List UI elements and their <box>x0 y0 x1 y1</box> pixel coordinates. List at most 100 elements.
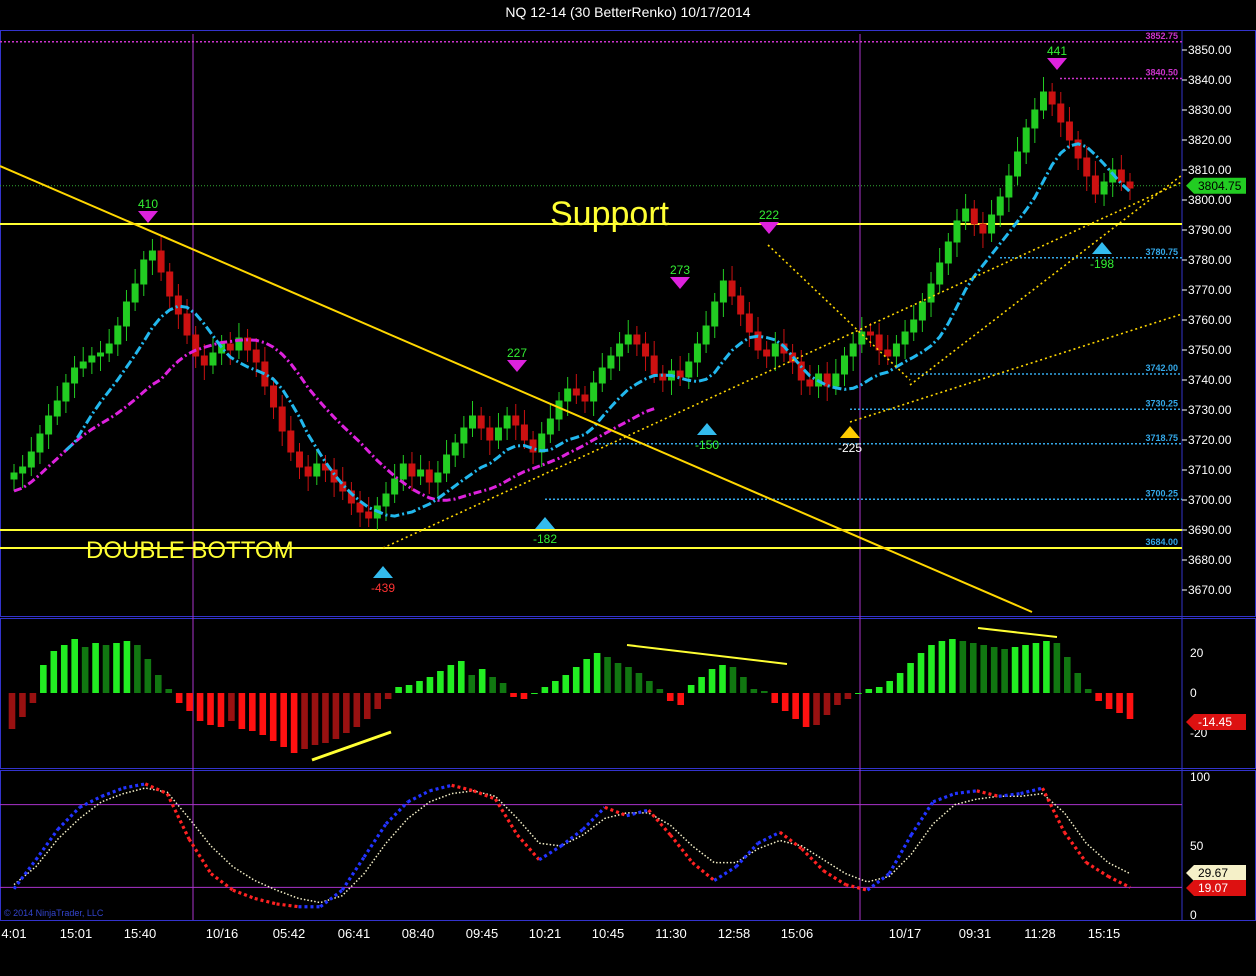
divergence-line <box>977 627 1058 638</box>
negative-bar <box>823 693 831 715</box>
positive-bar <box>92 643 99 693</box>
price-tick-label: 3680.00 <box>1188 553 1232 567</box>
stoch-main-segment <box>669 833 694 864</box>
positive-bar <box>1064 657 1071 693</box>
negative-bar <box>196 693 204 721</box>
up-candle <box>693 343 701 363</box>
up-candle <box>451 442 459 456</box>
up-candle <box>88 355 96 363</box>
stoch-main-segment <box>1020 786 1043 796</box>
negative-bar <box>666 693 674 701</box>
down-candle <box>1091 175 1099 195</box>
price-tick-label: 3720.00 <box>1188 433 1232 447</box>
positive-bar <box>405 685 413 693</box>
down-candle <box>304 466 312 477</box>
positive-bar <box>959 641 967 693</box>
swing-high-marker <box>670 277 690 289</box>
stoch-main-segment <box>56 806 81 831</box>
stoch-main-segment <box>822 869 847 886</box>
up-candle <box>97 352 105 357</box>
down-candle <box>200 355 208 366</box>
up-candle <box>460 427 468 444</box>
positive-bar <box>1043 641 1050 693</box>
positive-bar <box>1053 643 1061 693</box>
up-candle <box>53 400 61 417</box>
up-candle <box>417 469 425 477</box>
positive-bar <box>81 647 89 693</box>
negative-bar <box>844 693 852 699</box>
up-candle <box>1039 91 1047 111</box>
negative-bar <box>322 693 329 743</box>
up-candle <box>590 382 598 402</box>
level-label: 3684.00 <box>1145 537 1178 547</box>
positive-bar <box>1084 689 1092 693</box>
down-candle <box>330 469 338 483</box>
positive-bar <box>531 693 538 694</box>
time-tick-label: 09:31 <box>959 926 992 941</box>
swing-low-label: -182 <box>533 532 557 546</box>
price-tick-label: 3770.00 <box>1188 283 1232 297</box>
stoch-main-segment <box>1063 831 1088 864</box>
up-candle <box>131 283 139 303</box>
negative-bar <box>802 693 810 727</box>
up-candle <box>1022 127 1030 153</box>
down-candle <box>174 295 182 315</box>
up-candle <box>503 415 511 429</box>
price-tick-label: 3730.00 <box>1188 403 1232 417</box>
up-candle <box>114 325 122 345</box>
up-candle <box>616 343 624 357</box>
positive-bar <box>1022 645 1029 693</box>
positive-bar <box>740 677 747 693</box>
up-candle <box>105 343 113 354</box>
stoch-main-segment <box>340 856 366 892</box>
stochastic-lines <box>0 782 1182 909</box>
positive-bar <box>646 681 653 693</box>
double-bottom-annotation: DOUBLE BOTTOM <box>86 537 294 564</box>
positive-bar <box>1074 673 1082 693</box>
down-candle <box>520 424 528 441</box>
down-candle <box>1065 121 1073 141</box>
time-tick-label: 15:40 <box>124 926 157 941</box>
positive-bar <box>1011 647 1019 693</box>
up-candle <box>434 472 442 483</box>
down-candle <box>875 334 883 351</box>
up-candle <box>36 433 44 453</box>
stoch-tick-label: 0 <box>1190 908 1197 922</box>
positive-bar <box>896 673 904 693</box>
down-candle <box>1048 91 1056 105</box>
price-tick-label: 3670.00 <box>1188 583 1232 597</box>
stoch-main-segment <box>976 789 1000 798</box>
time-tick-label: 4:01 <box>1 926 26 941</box>
current-price-badge-value: 3804.75 <box>1198 179 1242 193</box>
down-candle <box>166 271 174 297</box>
positive-bar <box>468 675 476 693</box>
positive-bar <box>719 665 726 693</box>
copyright-text: © 2014 NinjaTrader, LLC <box>4 908 104 918</box>
stoch-main-segment <box>254 896 277 906</box>
stoch-main-segment <box>165 792 191 840</box>
up-candle <box>702 325 710 345</box>
swing-high-label: 273 <box>670 263 690 277</box>
down-candle <box>884 349 892 357</box>
up-candle <box>849 343 857 357</box>
positive-bar <box>875 687 883 693</box>
positive-bar <box>698 677 705 693</box>
positive-bar <box>154 675 162 693</box>
positive-bar <box>499 683 507 693</box>
up-candle <box>858 331 866 345</box>
stoch-signal-badge-value: 29.67 <box>1198 866 1228 880</box>
swing-high-marker <box>1047 58 1067 70</box>
positive-bar <box>426 677 434 693</box>
negative-bar <box>1105 693 1113 709</box>
swing-low-marker <box>373 566 393 578</box>
swing-low-marker <box>535 517 555 529</box>
negative-bar <box>771 693 779 703</box>
price-tick-label: 3780.00 <box>1188 253 1232 267</box>
positive-bar <box>50 651 58 693</box>
positive-bar <box>447 665 455 693</box>
divergence-line <box>626 644 788 665</box>
stoch-main-segment <box>407 789 431 804</box>
price-tick-label: 3740.00 <box>1188 373 1232 387</box>
down-candle <box>659 373 667 381</box>
positive-bar <box>625 667 632 693</box>
